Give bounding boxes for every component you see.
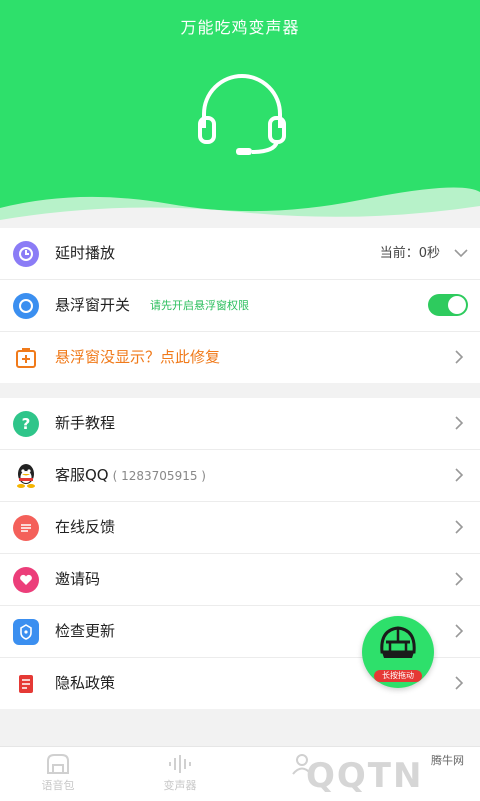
float-fix-label: 悬浮窗没显示？点此修复 bbox=[55, 348, 221, 366]
delay-current-value: 当前：0秒 bbox=[379, 246, 440, 261]
watermark-small-text: 腾牛网 bbox=[431, 754, 464, 767]
chevron-down-icon[interactable] bbox=[454, 246, 468, 260]
chevron-right-icon bbox=[455, 520, 464, 534]
check-update-label: 检查更新 bbox=[55, 622, 116, 640]
chevron-right-icon bbox=[455, 572, 464, 586]
voice-pack-icon bbox=[47, 754, 69, 774]
float-window-row: 悬浮窗开关 请先开启悬浮窗权限 bbox=[0, 280, 480, 332]
chevron-right-icon bbox=[455, 676, 464, 690]
message-icon bbox=[13, 515, 39, 541]
clock-icon bbox=[13, 241, 39, 267]
waveform-icon bbox=[169, 755, 191, 773]
document-icon bbox=[13, 671, 39, 697]
chevron-right-icon bbox=[455, 350, 464, 364]
chevron-right-icon bbox=[455, 416, 464, 430]
tab-voice-changer-label: 变声器 bbox=[163, 779, 197, 792]
app-header: 万能吃鸡变声器 bbox=[0, 0, 480, 228]
header-wave bbox=[0, 187, 480, 228]
service-qq-text: 客服QQ bbox=[55, 466, 109, 484]
watermark-logo: QQTN 腾牛网 bbox=[270, 752, 470, 798]
invite-code-label: 邀请码 bbox=[55, 570, 101, 588]
service-qq-label: 客服QQ( 1283705915 ) bbox=[55, 450, 206, 502]
tab-voice-pack-label: 语音包 bbox=[41, 779, 75, 792]
update-icon bbox=[13, 619, 39, 645]
feedback-row[interactable]: 在线反馈 bbox=[0, 502, 480, 554]
chevron-right-icon bbox=[455, 624, 464, 638]
invite-code-row[interactable]: 邀请码 bbox=[0, 554, 480, 606]
float-window-toggle[interactable] bbox=[428, 294, 468, 316]
float-window-icon bbox=[13, 293, 39, 319]
tab-voice-pack[interactable]: 语音包 bbox=[18, 753, 98, 793]
battery-plus-icon bbox=[13, 345, 39, 371]
floating-voice-button[interactable]: 长按拖动 bbox=[362, 616, 434, 688]
delay-play-row[interactable]: 延时播放 当前：0秒 bbox=[0, 228, 480, 280]
float-fix-row[interactable]: 悬浮窗没显示？点此修复 bbox=[0, 332, 480, 383]
headset-icon bbox=[198, 74, 286, 155]
tab-voice-changer[interactable]: 变声器 bbox=[140, 753, 220, 793]
float-permission-hint: 请先开启悬浮窗权限 bbox=[150, 299, 249, 312]
chevron-right-icon bbox=[455, 468, 464, 482]
question-icon: ? bbox=[13, 411, 39, 437]
service-qq-number: ( 1283705915 ) bbox=[112, 469, 206, 483]
delay-play-label: 延时播放 bbox=[55, 244, 116, 262]
privacy-label: 隐私政策 bbox=[55, 674, 116, 692]
tutorial-label: 新手教程 bbox=[55, 414, 116, 432]
service-qq-row[interactable]: 客服QQ( 1283705915 ) bbox=[0, 450, 480, 502]
helmet-icon bbox=[380, 626, 416, 658]
app-title: 万能吃鸡变声器 bbox=[180, 18, 300, 37]
toggle-knob bbox=[448, 296, 466, 314]
settings-section: 延时播放 当前：0秒 悬浮窗开关 请先开启悬浮窗权限 悬浮窗没显示？点此修复 bbox=[0, 228, 480, 383]
drag-tag: 长按拖动 bbox=[374, 670, 422, 682]
watermark-text: QQTN bbox=[306, 756, 424, 796]
heart-icon bbox=[13, 567, 39, 593]
qq-penguin-icon bbox=[13, 463, 39, 489]
float-window-label: 悬浮窗开关 bbox=[55, 296, 131, 314]
tutorial-row[interactable]: ? 新手教程 bbox=[0, 398, 480, 450]
feedback-label: 在线反馈 bbox=[55, 518, 116, 536]
